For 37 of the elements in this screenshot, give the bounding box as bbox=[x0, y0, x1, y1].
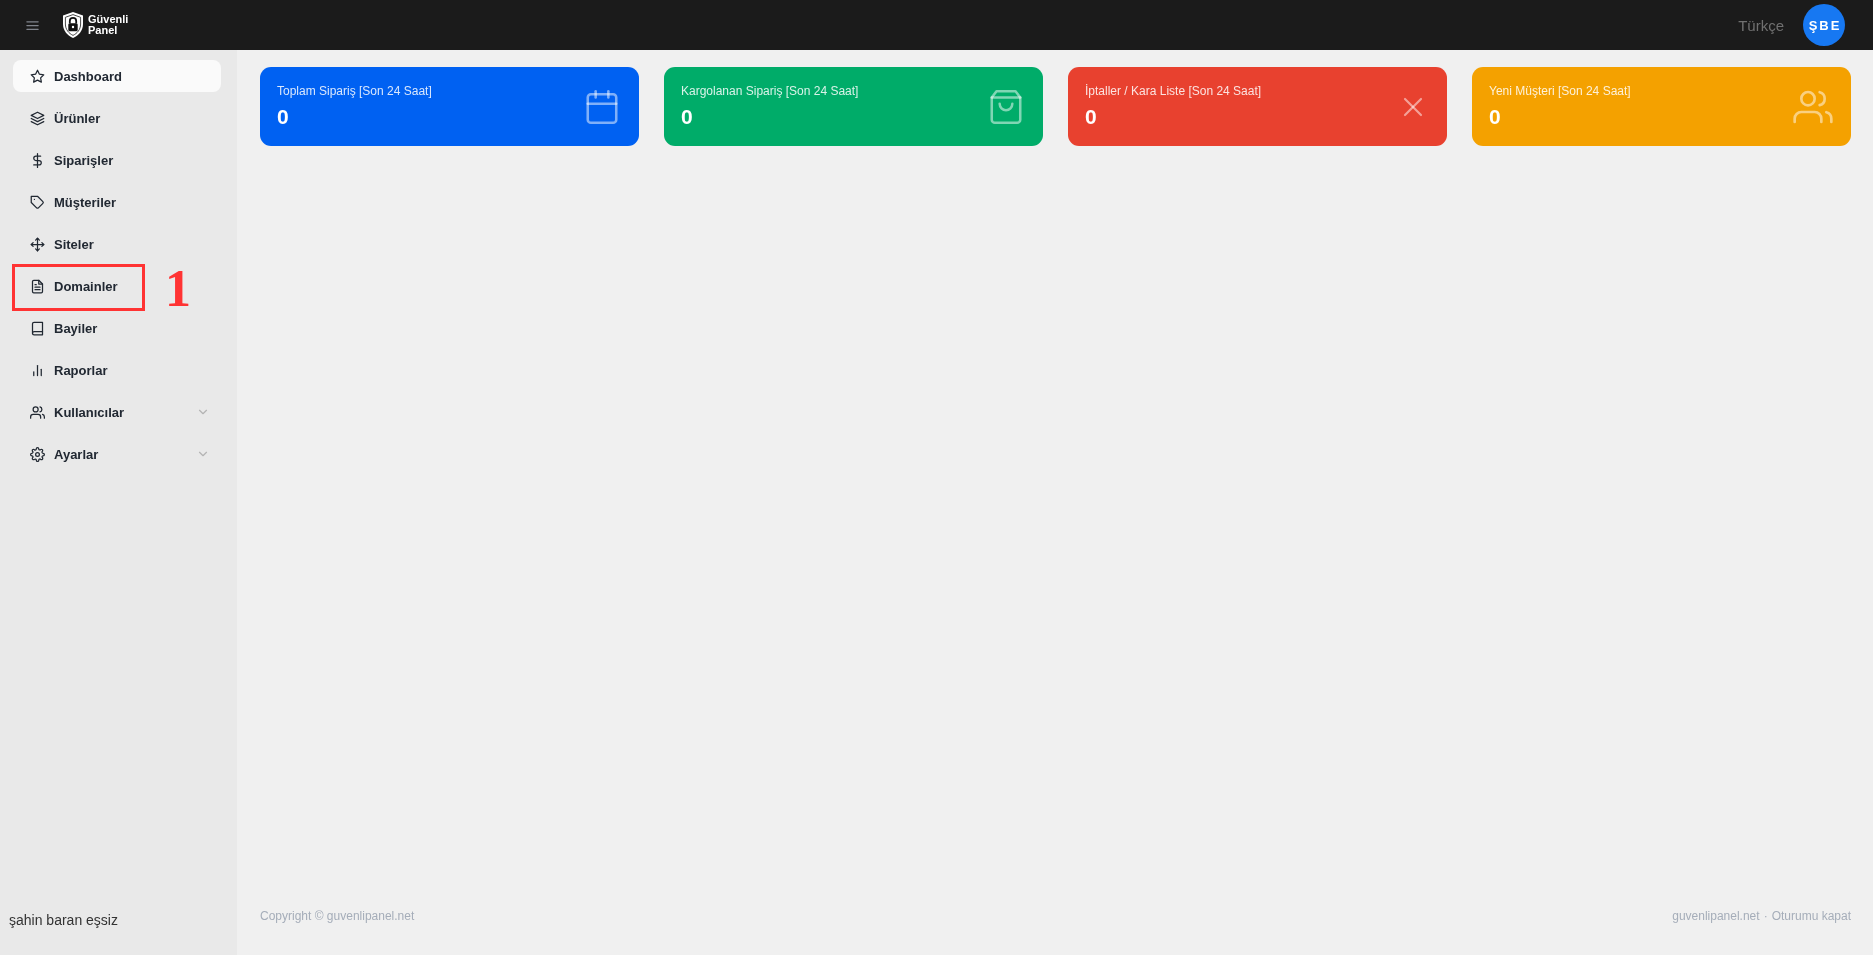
stat-title: İptaller / Kara Liste [Son 24 Saat] bbox=[1085, 84, 1262, 98]
users-icon bbox=[30, 404, 45, 420]
sidebar-item[interactable]: Raporlar bbox=[13, 354, 119, 386]
star-icon bbox=[30, 68, 45, 84]
sidebar-item[interactable]: Kullanıcılar bbox=[13, 396, 221, 428]
sidebar-item[interactable]: Ayarlar bbox=[13, 438, 221, 470]
stat-value: 0 bbox=[1489, 105, 1502, 129]
sidebar-item[interactable]: Ürünler bbox=[13, 102, 112, 134]
user-avatar[interactable]: ŞBE bbox=[1803, 4, 1845, 46]
separator-dot: · bbox=[1763, 909, 1768, 923]
sidebar-item[interactable]: Bayiler bbox=[13, 312, 109, 344]
annotation-number: 1 bbox=[165, 266, 191, 312]
tag-icon bbox=[30, 194, 45, 210]
bar-chart-icon bbox=[30, 362, 45, 378]
stat-value: 0 bbox=[681, 105, 694, 129]
shield-lock-logo bbox=[62, 11, 84, 39]
sidebar-item[interactable]: Siteler bbox=[13, 228, 105, 260]
stat-title: Yeni Müşteri [Son 24 Saat] bbox=[1489, 84, 1631, 98]
copyright-text: Copyright © guvenlipanel.net bbox=[260, 909, 415, 923]
sidebar-item[interactable]: Dashboard bbox=[13, 60, 221, 92]
sidebar-item[interactable]: Siparişler bbox=[13, 144, 125, 176]
sidebar-item[interactable]: Müşteriler bbox=[13, 186, 128, 218]
stat-value: 0 bbox=[277, 105, 290, 129]
book-icon bbox=[30, 320, 45, 336]
user-name: şahin baran eşsiz bbox=[8, 912, 119, 930]
four-arrows-icon bbox=[30, 236, 45, 252]
stat-title: Toplam Sipariş [Son 24 Saat] bbox=[277, 84, 432, 98]
stat-value: 0 bbox=[1085, 105, 1098, 129]
stat-title: Kargolanan Sipariş [Son 24 Saat] bbox=[681, 84, 859, 98]
brand-name[interactable]: Güvenli Panel bbox=[88, 14, 129, 36]
calendar-icon bbox=[583, 87, 621, 126]
sidebar-item[interactable]: Domainler bbox=[13, 270, 129, 302]
settings-icon bbox=[30, 446, 45, 462]
shopping-bag-icon bbox=[987, 87, 1025, 126]
layers-icon bbox=[30, 110, 45, 126]
dollar-icon bbox=[30, 152, 45, 168]
document-icon bbox=[30, 278, 45, 294]
